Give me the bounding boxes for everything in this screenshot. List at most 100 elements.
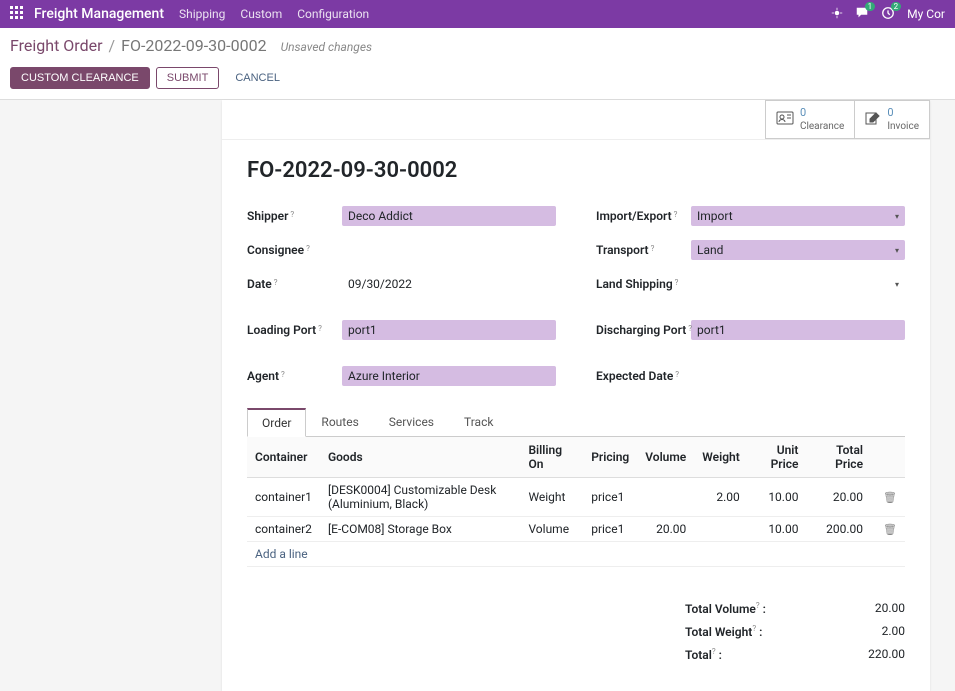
label-transport: Transport [596, 243, 691, 257]
main-area: 0 Clearance 0 Invoice FO-2022-09-30-0002 [0, 100, 955, 691]
label-shipper: Shipper [247, 209, 342, 223]
stat-invoice-count: 0 [887, 107, 919, 118]
tab-services[interactable]: Services [374, 408, 449, 437]
total-weight-value: 2.00 [882, 624, 905, 639]
stat-buttons: 0 Clearance 0 Invoice [222, 100, 930, 140]
cell-volume[interactable]: 20.00 [637, 517, 694, 542]
label-consignee: Consignee [247, 243, 342, 257]
cell-total-price[interactable]: 20.00 [806, 478, 871, 517]
total-volume-label: Total Volume? : [685, 601, 766, 616]
action-bar: CUSTOM CLEARANCE SUBMIT CANCEL [0, 61, 955, 100]
th-weight: Weight [694, 437, 747, 478]
cell-pricing[interactable]: price1 [583, 478, 637, 517]
menu-shipping[interactable]: Shipping [179, 7, 225, 21]
tab-bar: Order Routes Services Track [247, 407, 905, 437]
add-line-link[interactable]: Add a line [255, 547, 308, 561]
breadcrumb-current: FO-2022-09-30-0002 [121, 36, 266, 55]
id-card-icon [776, 110, 794, 129]
stat-clearance-count: 0 [800, 107, 844, 118]
th-volume: Volume [637, 437, 694, 478]
table-row[interactable]: container1 [DESK0004] Customizable Desk … [247, 478, 905, 517]
label-date: Date [247, 277, 342, 291]
cell-unit-price[interactable]: 10.00 [748, 517, 807, 542]
menu-configuration[interactable]: Configuration [297, 7, 369, 21]
import-export-select[interactable]: Import ▾ [691, 206, 905, 226]
th-total-price: Total Price [806, 437, 871, 478]
cell-pricing[interactable]: price1 [583, 517, 637, 542]
company-label[interactable]: My Cor [907, 7, 945, 21]
brand-label[interactable]: Freight Management [34, 6, 164, 22]
trash-icon[interactable]: 🗑 [879, 491, 897, 504]
shipper-field[interactable]: Deco Addict [342, 206, 556, 226]
total-weight-label: Total Weight? : [685, 624, 762, 639]
total-value: 220.00 [868, 647, 905, 662]
label-loading-port: Loading Port [247, 323, 342, 337]
loading-port-field[interactable]: port1 [342, 320, 556, 340]
transport-select[interactable]: Land ▾ [691, 240, 905, 260]
page-title: FO-2022-09-30-0002 [247, 158, 905, 183]
tab-order[interactable]: Order [247, 408, 306, 437]
consignee-field[interactable] [342, 240, 354, 260]
label-land-shipping: Land Shipping [596, 277, 691, 291]
activity-badge: 2 [891, 2, 902, 11]
submit-button[interactable]: SUBMIT [156, 67, 220, 89]
breadcrumb-parent[interactable]: Freight Order [10, 36, 103, 55]
th-pricing: Pricing [583, 437, 637, 478]
tab-track[interactable]: Track [449, 408, 508, 437]
cell-weight[interactable] [694, 517, 747, 542]
totals: Total Volume? : 20.00 Total Weight? : 2.… [247, 597, 905, 666]
total-label: Total? : [685, 647, 722, 662]
debug-icon[interactable] [831, 7, 843, 22]
stat-invoice[interactable]: 0 Invoice [854, 100, 930, 139]
chevron-down-icon: ▾ [895, 212, 899, 221]
stat-invoice-label: Invoice [887, 121, 919, 132]
cell-weight[interactable]: 2.00 [694, 478, 747, 517]
discharging-port-field[interactable]: port1 [691, 320, 905, 340]
breadcrumb: Freight Order / FO-2022-09-30-0002 Unsav… [0, 28, 955, 61]
date-field[interactable]: 09/30/2022 [342, 274, 418, 294]
chat-badge: 1 [865, 2, 876, 11]
tab-routes[interactable]: Routes [306, 408, 373, 437]
order-table: Container Goods Billing On Pricing Volum… [247, 437, 905, 567]
chat-icon[interactable]: 1 [855, 6, 869, 23]
cell-volume[interactable] [637, 478, 694, 517]
cell-container[interactable]: container1 [247, 478, 320, 517]
unsaved-status: Unsaved changes [281, 40, 372, 54]
breadcrumb-sep: / [109, 36, 116, 55]
pencil-square-icon [865, 110, 881, 129]
trash-icon[interactable]: 🗑 [879, 523, 897, 536]
field-grid: Shipper Deco Addict Consignee Date 09/30… [247, 203, 905, 397]
cancel-button[interactable]: CANCEL [225, 68, 290, 88]
transport-value: Land [697, 243, 723, 257]
agent-field[interactable]: Azure Interior [342, 366, 556, 386]
activity-icon[interactable]: 2 [881, 6, 895, 23]
custom-clearance-button[interactable]: CUSTOM CLEARANCE [10, 67, 150, 89]
cell-container[interactable]: container2 [247, 517, 320, 542]
label-expected-date: Expected Date [596, 369, 691, 383]
th-billing-on: Billing On [520, 437, 583, 478]
apps-icon[interactable] [10, 6, 24, 23]
total-volume-value: 20.00 [875, 601, 905, 616]
th-container: Container [247, 437, 320, 478]
cell-billing-on[interactable]: Volume [520, 517, 583, 542]
chevron-down-icon: ▾ [895, 246, 899, 255]
label-agent: Agent [247, 369, 342, 383]
cell-unit-price[interactable]: 10.00 [748, 478, 807, 517]
cell-goods[interactable]: [E-COM08] Storage Box [320, 517, 521, 542]
stat-clearance-label: Clearance [800, 121, 844, 132]
stat-clearance[interactable]: 0 Clearance [765, 100, 854, 139]
menu-custom[interactable]: Custom [240, 7, 282, 21]
land-shipping-select[interactable]: ▾ [691, 277, 905, 292]
cell-goods[interactable]: [DESK0004] Customizable Desk (Aluminium,… [320, 478, 521, 517]
table-row[interactable]: container2 [E-COM08] Storage Box Volume … [247, 517, 905, 542]
chevron-down-icon: ▾ [895, 280, 899, 289]
cell-total-price[interactable]: 200.00 [806, 517, 871, 542]
cell-billing-on[interactable]: Weight [520, 478, 583, 517]
th-goods: Goods [320, 437, 521, 478]
expected-date-field[interactable] [691, 366, 703, 386]
form-sheet: 0 Clearance 0 Invoice FO-2022-09-30-0002 [222, 100, 930, 691]
th-unit-price: Unit Price [748, 437, 807, 478]
label-discharging-port: Discharging Port [596, 323, 691, 337]
topbar: Freight Management Shipping Custom Confi… [0, 0, 955, 28]
import-export-value: Import [697, 209, 733, 223]
